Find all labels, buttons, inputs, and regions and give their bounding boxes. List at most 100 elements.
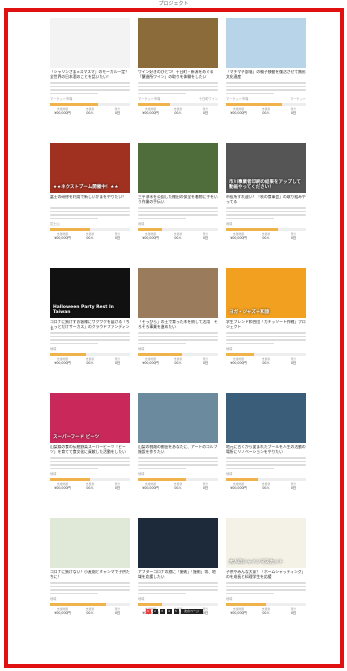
progress-fill — [50, 103, 98, 106]
project-thumbnail[interactable]: スーパーフード ビーツ — [50, 393, 130, 443]
project-stats: 支援総額¥00,000円支援者00人残り0日 — [138, 357, 218, 366]
project-stats: 支援総額¥00,000円支援者00人残り0日 — [226, 482, 306, 491]
project-description — [138, 332, 218, 344]
stat-value: 0日 — [290, 486, 297, 491]
project-card[interactable]: 地元に古くから愛まれたプールを人生の活動の場所にリノベーションをやりたい地域支援… — [226, 393, 306, 513]
project-title[interactable]: コロナに負けずお客様にワクワクを届ける「ちょっとだけサーカス」のクラウドファンデ… — [50, 320, 130, 330]
funding-progress-bar — [50, 228, 130, 231]
stat-item: 残り 0日 — [105, 482, 130, 490]
stat-item: 支援者00人 — [78, 357, 103, 366]
project-thumbnail[interactable]: ★★ネクストブーム開催中！★★ — [50, 143, 130, 193]
project-card[interactable]: ★★ネクストブーム開催中！★★ 富士の研修を利用で新しいかまをやりたい！ 富士山 支援… — [50, 143, 130, 263]
project-card[interactable]: ヨガ・ジャズ＋和旅学生フレンド和合団「カチッソート作戦」プロジェクト地域支援総額… — [226, 268, 306, 388]
project-description — [138, 457, 218, 469]
project-thumbnail[interactable] — [226, 18, 306, 68]
stat-item: 支援総額¥00,000円 — [226, 107, 251, 115]
stat-value: 00人 — [262, 236, 270, 241]
author-label: マーケット市場 — [50, 97, 73, 101]
project-thumbnail[interactable] — [138, 143, 218, 193]
progress-fill — [50, 228, 90, 231]
project-card[interactable]: 市川事業者印刷の結果をアップして動画やってください！ 市役所すれ違い！「秋の食事会… — [226, 143, 306, 263]
project-meta: 地域 — [138, 221, 218, 226]
stat-item: 残り 0日 — [105, 232, 130, 241]
funding-progress-bar — [226, 478, 306, 481]
pagination: 1 2 3 4 5 次のページ — [8, 609, 340, 614]
project-card[interactable]: スーパーフード ビーツ山梨県の食の伝統野菜スーパービーツ「ビーツ」を育てて食文化… — [50, 393, 130, 513]
project-title[interactable]: 学生フレンド和合団「カチッソート作戦」プロジェクト — [226, 320, 306, 330]
project-thumbnail[interactable]: 市川事業者印刷の結果をアップして動画やってください！ — [226, 143, 306, 193]
stat-item: 支援者00人 — [254, 107, 279, 116]
project-card[interactable]: 「シャリンさま×スマスマ」のモーカル一定？全世界の日本酒のことを話いたい！ マーケ… — [50, 18, 130, 138]
project-description — [226, 582, 306, 594]
project-title[interactable]: 「そっぴら」の土で育った木を倒して活用 そろそろ事業を進めたい — [138, 320, 218, 330]
next-page-button[interactable]: 次のページ — [180, 609, 203, 614]
page-button[interactable]: 3 — [159, 609, 165, 614]
thumbnail-caption: 市川事業者印刷の結果をアップして動画やってください！ — [229, 180, 301, 190]
project-card[interactable]: 「そっぴら」の土で育った木を倒して活用 そろそろ事業を進めたい 地域 支援総額 ¥00… — [138, 268, 218, 388]
project-thumbnail[interactable] — [138, 518, 218, 568]
project-thumbnail[interactable] — [50, 518, 130, 568]
project-thumbnail[interactable] — [226, 393, 306, 443]
project-meta: 地域 — [50, 346, 130, 351]
stat-value: 0日 — [114, 236, 121, 241]
project-list-frame: 「シャリンさま×スマスマ」のモーカル一定？全世界の日本酒のことを話いたい！ マーケ… — [4, 8, 344, 668]
project-card[interactable]: コロナに負けない！小麦畑とミャンマで子供たちに！ 地域 支援総額 ¥00,000円 支援… — [50, 518, 130, 638]
project-description — [50, 82, 130, 94]
project-meta: 地域 — [138, 346, 218, 351]
project-stats: 支援総額¥00,000円支援者00人残り0日 — [226, 357, 306, 365]
stat-value: 00人 — [86, 361, 94, 366]
project-title[interactable]: 「マチマチ部落」の親子移動を復活させて無形文化遺産 — [226, 70, 306, 80]
stat-item: 残り 0日 — [193, 232, 218, 240]
project-title[interactable]: 「シャリンさま×スマスマ」のモーカル一定？全世界の日本酒のことを話いたい！ — [50, 70, 130, 80]
project-title[interactable]: 富士の研修を利用で新しいかまをやりたい！ — [50, 195, 130, 205]
project-meta: 地域 — [226, 471, 306, 476]
project-card[interactable]: 「マチマチ部落」の親子移動を復活させて無形文化遺産 マーケット市場 マーケット 支援総… — [226, 18, 306, 138]
funding-progress-bar — [226, 353, 306, 356]
project-title[interactable]: アフターコロナの旅に「施術」「施術」等、地域を応援したい — [138, 570, 218, 580]
page-button[interactable]: 2 — [152, 609, 158, 614]
stat-item: 支援者00人 — [254, 482, 279, 490]
project-description — [50, 332, 130, 344]
stat-value: 00人 — [262, 111, 270, 116]
page-button[interactable]: 5 — [173, 609, 179, 614]
author-label: 地域 — [226, 347, 233, 351]
project-title[interactable]: 市役所すれ違い！「秋の食事会」の取り組みやってる — [226, 195, 306, 205]
author-label: 地域 — [138, 222, 145, 226]
author-label: 地域 — [50, 472, 57, 476]
project-thumbnail[interactable] — [138, 393, 218, 443]
thumbnail-caption: ★★ネクストブーム開催中！★★ — [53, 185, 119, 190]
stat-item: 残り 0日 — [281, 107, 306, 115]
project-thumbnail[interactable] — [50, 18, 130, 68]
author-label: マーケット市場 — [138, 97, 161, 101]
thumbnail-caption: Halloween Party Rest In Taiwan — [53, 305, 114, 315]
project-thumbnail[interactable]: ヨガ・ジャズ＋和旅 — [226, 268, 306, 318]
project-thumbnail[interactable] — [138, 18, 218, 68]
stat-value: ¥00,000円 — [142, 361, 159, 366]
project-description — [138, 82, 218, 94]
project-thumbnail[interactable]: 大人のシャインマスカット — [226, 518, 306, 568]
project-description — [226, 457, 306, 469]
author-label: 地域 — [50, 347, 57, 351]
page-button[interactable]: 1 — [145, 609, 151, 614]
stat-value: 00人 — [174, 236, 182, 241]
page-button[interactable]: 4 — [166, 609, 172, 614]
project-thumbnail[interactable]: Halloween Party Rest In Taiwan — [50, 268, 130, 318]
project-title[interactable]: 山梨県の食の伝統野菜スーパービーツ「ビーツ」を育てて食文化に貢献した活動をしたい — [50, 445, 130, 455]
stat-item: 支援者00人 — [166, 357, 191, 365]
project-thumbnail[interactable] — [138, 268, 218, 318]
project-card[interactable]: 三平浄水を公園した棚田の保全を着物に手をいう作業の手伝い 地域 支援総額 ¥00,00… — [138, 143, 218, 263]
project-title[interactable]: コロナに負けない！小麦畑とミャンマで子供たちに！ — [50, 570, 130, 580]
stat-value: 00人 — [86, 486, 94, 491]
project-card[interactable]: Halloween Party Rest In Taiwan コロナに負けずお客様… — [50, 268, 130, 388]
project-title[interactable]: 子供やみんな大家！「ホームシャッティング」のを成長と料理学生を応援 — [226, 570, 306, 580]
project-title[interactable]: ワイン好きのひとつ！十日町・新潟をめぐる「醸造所ワイン」の取りを体験をしたい — [138, 70, 218, 80]
project-card[interactable]: 山梨の桃畑の棚田をあなたに、アートのゴルフ施設を作りたい 地域 支援総額 ¥00,00… — [138, 393, 218, 513]
project-card[interactable]: 大人のシャインマスカット子供やみんな大家！「ホームシャッティング」のを成長と料理… — [226, 518, 306, 638]
stat-value: ¥00,000円 — [230, 236, 247, 241]
funding-progress-bar — [50, 478, 130, 481]
project-card[interactable]: アフターコロナの旅に「施術」「施術」等、地域を応援したい地域支援総額¥00,00… — [138, 518, 218, 638]
project-title[interactable]: 地元に古くから愛まれたプールを人生の活動の場所にリノベーションをやりたい — [226, 445, 306, 455]
project-title[interactable]: 山梨の桃畑の棚田をあなたに、アートのゴルフ施設を作りたい — [138, 445, 218, 455]
project-card[interactable]: ワイン好きのひとつ！十日町・新潟をめぐる「醸造所ワイン」の取りを体験をしたいマー… — [138, 18, 218, 138]
project-title[interactable]: 三平浄水を公園した棚田の保全を着物に手をいう作業の手伝い — [138, 195, 218, 205]
